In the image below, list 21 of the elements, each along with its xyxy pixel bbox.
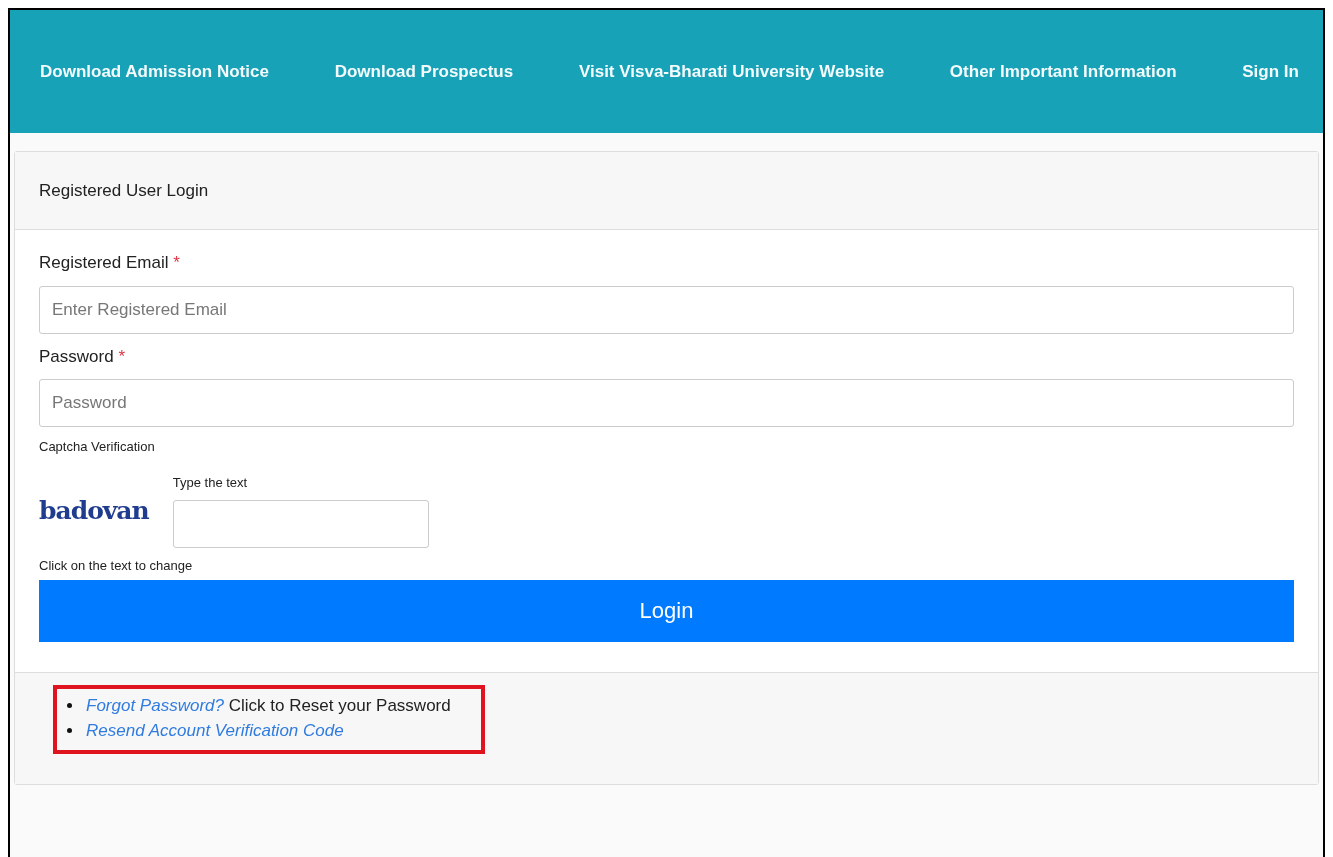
- bullet: [67, 728, 72, 734]
- nav-link[interactable]: Download Admission Notice: [40, 58, 269, 85]
- resend-code-link[interactable]: Resend Account Verification Code: [86, 718, 344, 744]
- captcha-hint: Click on the text to change: [39, 557, 194, 575]
- nav-link[interactable]: Sign In: [1242, 58, 1299, 85]
- login-button[interactable]: Login: [39, 579, 1294, 642]
- reset-instruction: Forgot Password? Click to Reset your Password: [86, 694, 451, 717]
- forgot-password-link[interactable]: Forgot Password?: [86, 695, 224, 715]
- nav-link[interactable]: Visit Visva-Bharati University Website: [578, 58, 885, 85]
- card-header: Registered User Login: [15, 152, 1318, 230]
- nav-link[interactable]: Download Prospectus: [334, 58, 514, 85]
- captcha-image[interactable]: badovan: [39, 491, 149, 529]
- input-field[interactable]: Password: [39, 379, 1294, 427]
- captcha-heading: Captcha Verification: [39, 438, 156, 456]
- captcha-label: Type the text: [172, 473, 249, 492]
- field-label: Password *: [39, 345, 126, 368]
- bullet: [67, 702, 72, 708]
- input-field[interactable]: Enter Registered Email: [39, 285, 1294, 334]
- captcha-field[interactable]: [172, 500, 429, 548]
- field-label: Registered Email *: [39, 252, 181, 274]
- nav-link[interactable]: Other Important Information: [949, 58, 1177, 85]
